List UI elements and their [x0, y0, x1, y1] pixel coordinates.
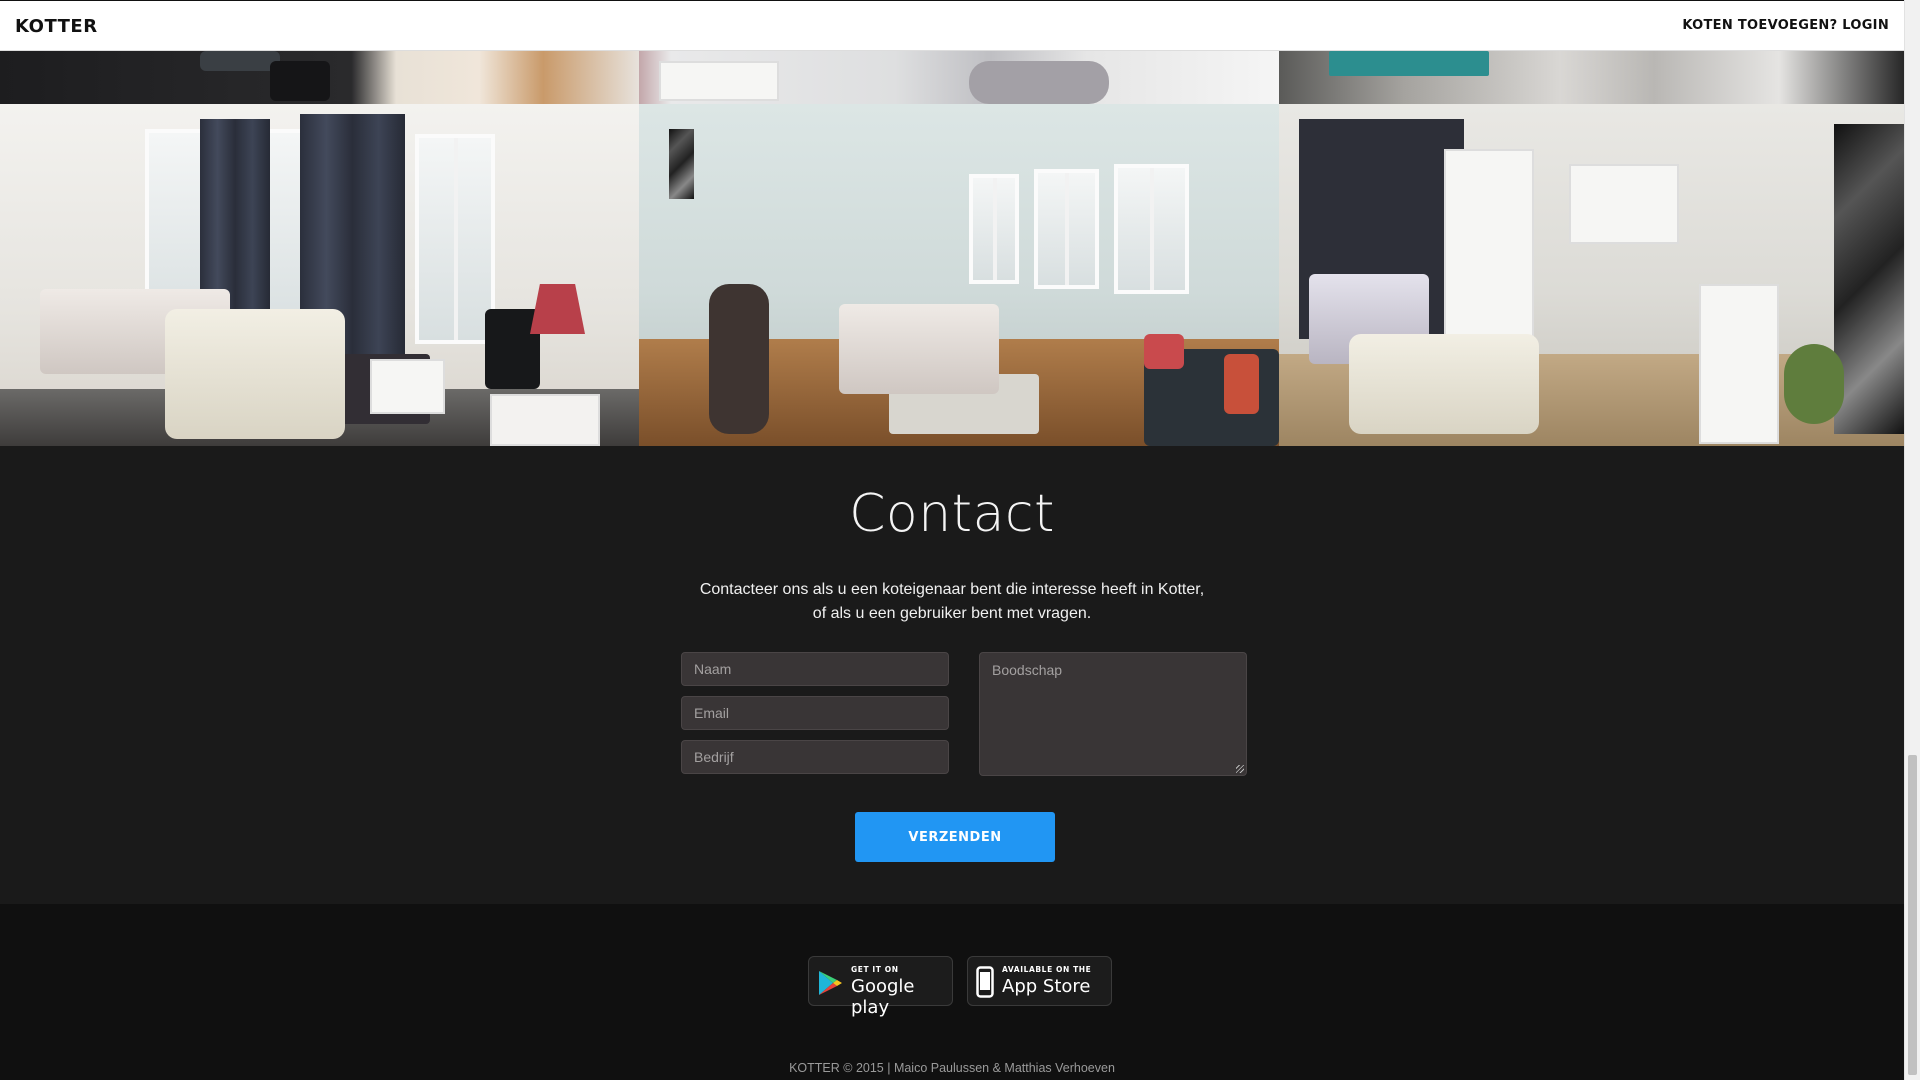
- sofa-shape: [165, 309, 345, 439]
- contact-title: Contact: [849, 484, 1055, 544]
- poster-shape: [1834, 124, 1904, 434]
- desk-shape: [1699, 284, 1779, 444]
- scrollbar-thumb[interactable]: [1908, 755, 1917, 1075]
- google-play-small-text: GET IT ON: [851, 965, 899, 974]
- table-shape: [370, 359, 445, 414]
- app-store-badge[interactable]: AVAILABLE ON THE App Store: [967, 956, 1112, 1006]
- contact-intro-line-2: of als u een gebruiker bent met vragen.: [812, 605, 1092, 622]
- sofa-shape: [1349, 334, 1539, 434]
- room-photo-2: [639, 104, 1279, 446]
- email-input[interactable]: [681, 696, 949, 730]
- submit-button[interactable]: VERZENDEN: [855, 812, 1055, 862]
- chair-shape: [270, 61, 330, 101]
- window: [415, 134, 495, 344]
- google-play-icon: [819, 971, 842, 995]
- kitchen-shape: [1569, 164, 1679, 244]
- wardrobe-shape: [1444, 149, 1534, 349]
- copyright-text: KOTTER © 2015 | Maico Paulussen & Matthi…: [789, 1061, 1115, 1075]
- blanket-shape: [1329, 51, 1489, 76]
- coat-rack-shape: [709, 284, 769, 434]
- room-photo-top-1: [0, 51, 639, 104]
- window: [969, 174, 1019, 284]
- scrollbar[interactable]: [1904, 0, 1920, 1080]
- message-textarea[interactable]: [979, 652, 1247, 776]
- contact-intro: Contacteer ons als u een koteigenaar ben…: [0, 578, 1904, 626]
- resize-grip-icon[interactable]: [1236, 765, 1244, 773]
- message-wrapper: [979, 652, 1247, 776]
- basket-shape: [1144, 334, 1184, 369]
- room-photo-top-3: [1279, 51, 1904, 104]
- desk-shape: [200, 51, 280, 71]
- contact-section: Contact Contacteer ons als u een koteige…: [0, 446, 1904, 904]
- window: [1034, 169, 1099, 289]
- page: KOTTER KOTEN TOEVOEGEN? LOGIN Contact Co…: [0, 0, 1920, 1080]
- room-photo-1: [0, 104, 639, 446]
- table-shape: [659, 61, 779, 101]
- poster-shape: [669, 129, 694, 199]
- app-store-big-text: App Store: [1002, 976, 1091, 997]
- add-rooms-link[interactable]: KOTEN TOEVOEGEN?: [1682, 18, 1837, 33]
- navbar: KOTTER KOTEN TOEVOEGEN? LOGIN: [0, 0, 1904, 51]
- name-input[interactable]: [681, 652, 949, 686]
- contact-intro-line-1: Contacteer ons als u een koteigenaar ben…: [699, 581, 1205, 598]
- company-input[interactable]: [681, 740, 949, 774]
- cabinet-shape: [490, 394, 600, 446]
- nav-links: KOTEN TOEVOEGEN? LOGIN: [1682, 18, 1889, 33]
- footer: GET IT ON Google play AVAILABLE ON THE A…: [0, 904, 1904, 1080]
- app-store-small-text: AVAILABLE ON THE: [1002, 965, 1092, 974]
- google-play-badge[interactable]: GET IT ON Google play: [808, 956, 953, 1018]
- google-play-big-text: Google play: [851, 976, 915, 1018]
- plant-shape: [1784, 344, 1844, 424]
- brand-logo[interactable]: KOTTER: [15, 16, 98, 37]
- tv-shape: [485, 309, 540, 389]
- phone-icon: [976, 966, 994, 998]
- bed-shape: [839, 304, 999, 394]
- bed-shape: [969, 61, 1109, 104]
- login-link[interactable]: LOGIN: [1842, 18, 1889, 33]
- window: [1114, 164, 1189, 294]
- pillow-shape: [1224, 354, 1259, 414]
- room-photo-top-2: [639, 51, 1279, 104]
- room-photo-3: [1279, 104, 1904, 446]
